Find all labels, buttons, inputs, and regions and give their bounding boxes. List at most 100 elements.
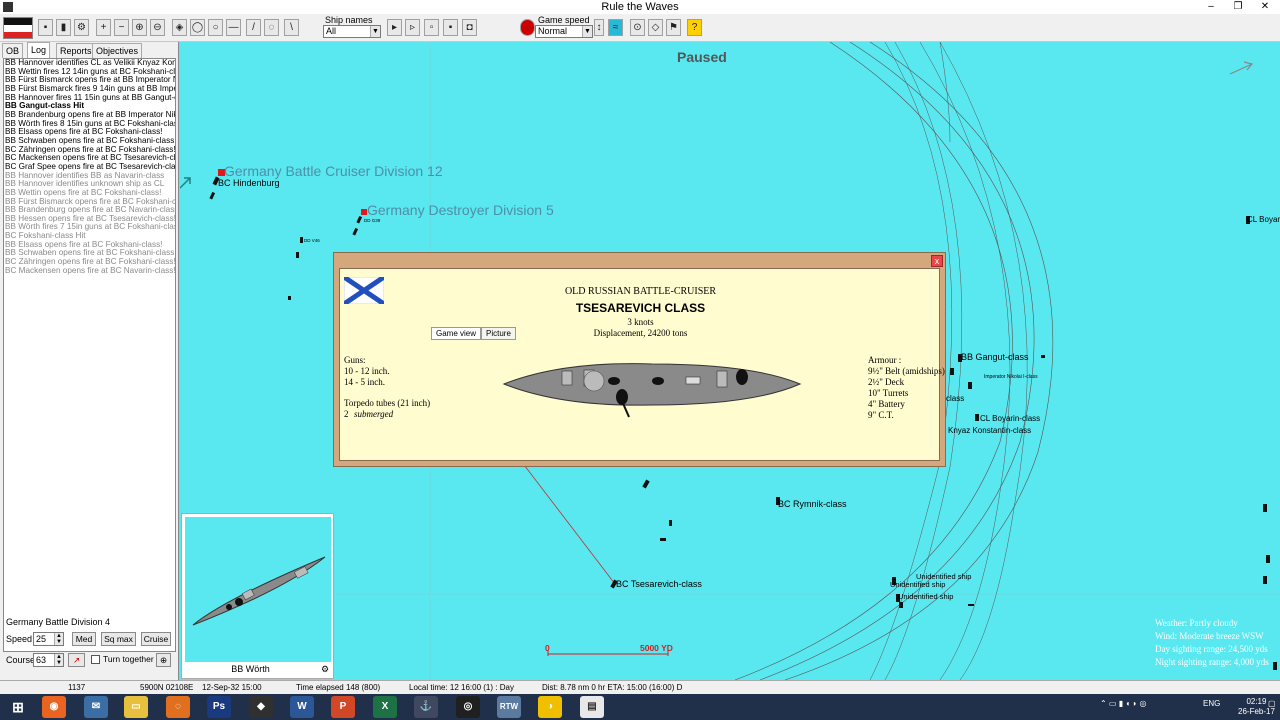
division-label-bc12[interactable]: Germany Battle Cruiser Division 12	[224, 163, 443, 179]
close-window-button[interactable]: ✕	[1253, 0, 1277, 14]
restore-button[interactable]: ❐	[1226, 0, 1250, 14]
torpedo-icon[interactable]: /	[246, 19, 261, 36]
game-icon[interactable]: ◆	[249, 696, 273, 718]
notepad-icon[interactable]: ▤	[580, 696, 604, 718]
tab-reports[interactable]: Reports	[56, 43, 96, 58]
speed-spinner-icon[interactable]: ↕	[594, 19, 604, 36]
cruise-button[interactable]: Cruise	[141, 632, 171, 646]
scale-start: 0	[545, 643, 550, 653]
warships-icon[interactable]: ⚓	[414, 696, 438, 718]
firefox-icon[interactable]: ◉	[42, 696, 66, 718]
log-entry: BB Wörth fires 8 15in guns at BC Fokshan…	[5, 119, 175, 128]
set-course-icon[interactable]: ↗	[68, 653, 85, 667]
center-ship-icon[interactable]: ◈	[172, 19, 187, 36]
save-icon[interactable]: ▪	[38, 19, 53, 36]
ship-label-hindenburg[interactable]: BC Hindenburg	[218, 178, 280, 188]
dialog-close-button[interactable]: x	[931, 255, 943, 267]
word-icon[interactable]: W	[290, 696, 314, 718]
ship-label-konstantin[interactable]: Knyaz Konstantin-class	[948, 426, 1031, 435]
ship-label-small-1[interactable]: DD V46	[304, 238, 320, 243]
selected-ship-icon	[192, 556, 326, 626]
windows-start-icon[interactable]: ⊞	[6, 696, 30, 718]
steam-icon[interactable]: ◎	[456, 696, 480, 718]
settings-icon[interactable]: ⚙	[319, 664, 331, 676]
line-icon[interactable]: —	[226, 19, 241, 36]
step-30min-icon[interactable]: ◘	[462, 19, 477, 36]
turn-together-checkbox[interactable]	[91, 655, 100, 664]
notifications-icon[interactable]: ▢	[1268, 699, 1280, 715]
help-button[interactable]: ?	[687, 19, 702, 36]
ship-label-unidentified-2[interactable]: Unidentified ship	[890, 580, 945, 589]
ship-label-tsesarevich[interactable]: BC Tsesarevich-class	[616, 579, 702, 589]
chevron-down-icon: ▼	[582, 26, 592, 37]
log-entry: BB Hannover fires 11 15in guns at BB Gan…	[5, 93, 175, 102]
file-explorer-icon[interactable]: ▭	[124, 696, 148, 718]
game-speed-select[interactable]: Normal ▼	[535, 25, 593, 38]
ship-label-class-fragment[interactable]: class	[946, 394, 964, 403]
circle-icon[interactable]: ○	[208, 19, 223, 36]
ship-label-small-2[interactable]: DD G39	[364, 218, 380, 223]
nation-flag-icon[interactable]	[3, 17, 33, 39]
rule-the-waves-icon[interactable]: RTW	[497, 696, 521, 718]
course-stepper[interactable]: 63 ▲ ▼	[33, 653, 64, 667]
mail-icon[interactable]: ✉	[84, 696, 108, 718]
course-label: Course	[6, 655, 36, 665]
document-icon[interactable]: ▮	[56, 19, 71, 36]
tab-ob[interactable]: OB	[2, 43, 24, 58]
ship-label-unidentified-3[interactable]: Unidentified ship	[898, 592, 953, 601]
tab-picture[interactable]: Picture	[481, 327, 516, 340]
range-circle-icon[interactable]: ◯	[190, 19, 205, 36]
division-label-dd5[interactable]: Germany Destroyer Division 5	[367, 202, 554, 218]
tab-game-view[interactable]: Game view	[431, 327, 482, 340]
excel-icon[interactable]: X	[373, 696, 397, 718]
ship-label-gangut[interactable]: BB Gangut-class	[961, 352, 1029, 362]
step-forward-icon[interactable]: ▸	[387, 19, 402, 36]
powerpoint-icon[interactable]: P	[331, 696, 355, 718]
sea-map-icon[interactable]: ≈	[608, 19, 623, 36]
log-entry: BB Fürst Bismarck opens fire at BC Foksh…	[5, 197, 175, 206]
window-title: Rule the Waves	[601, 1, 679, 13]
blender-icon[interactable]: ◌	[166, 696, 190, 718]
ship-top-view-icon	[502, 363, 802, 418]
speed-stepper[interactable]: 25 ▲ ▼	[33, 632, 64, 646]
language-indicator[interactable]: ENG	[1203, 699, 1220, 708]
med-speed-button[interactable]: Med	[72, 632, 96, 646]
taskbar	[0, 694, 1280, 720]
tab-log[interactable]: Log	[27, 42, 51, 59]
flag-icon[interactable]: ⚑	[666, 19, 681, 36]
log-entry: BC Mackensen opens fire at BC Navarin-cl…	[5, 266, 175, 275]
step-15min-icon[interactable]: ▪	[443, 19, 458, 36]
ship-label-rymnik[interactable]: BC Rymnik-class	[778, 499, 847, 509]
ship-label-cl-boyarin[interactable]: CL Boyari	[1247, 215, 1280, 224]
measure-icon[interactable]: \	[284, 19, 299, 36]
gunnery-icon[interactable]: ⊙	[630, 19, 645, 36]
zoom-fit-icon[interactable]: ⊕	[132, 19, 147, 36]
ship-label-boyarin[interactable]: CL Boyarin-class	[980, 414, 1040, 423]
headphones-icon[interactable]: ◑	[538, 696, 562, 718]
photoshop-icon[interactable]: Ps	[207, 696, 231, 718]
tab-objectives[interactable]: Objectives	[92, 43, 143, 58]
status-date: 12-Sep-32 15:00	[202, 683, 262, 692]
stepper-arrows-icon: ▲ ▼	[54, 633, 63, 645]
target-icon[interactable]: ⊕	[156, 653, 171, 667]
status-elapsed: Time elapsed 148 (800)	[296, 683, 381, 692]
zoom-ship-icon[interactable]: ⊖	[150, 19, 165, 36]
ship-names-select[interactable]: All ▼	[323, 25, 381, 38]
formation-icon[interactable]: ◇	[648, 19, 663, 36]
smoke-icon[interactable]: ◌	[264, 19, 279, 36]
sq-max-button[interactable]: Sq max	[101, 632, 136, 646]
zoom-in-icon[interactable]: +	[96, 19, 111, 36]
zoom-out-icon[interactable]: −	[114, 19, 129, 36]
log-entry: BB Wörth fires 7 15in guns at BC Fokshan…	[5, 223, 175, 232]
minimize-button[interactable]: –	[1199, 0, 1223, 14]
ship-settings-icon[interactable]: ⚙	[74, 19, 89, 36]
step-10min-icon[interactable]: ▫	[424, 19, 439, 36]
log-entry: BC Zähringen opens fire at BC Fokshani-c…	[5, 258, 175, 267]
division-controls: Germany Battle Division 4 Speed 25 ▲ ▼ Me…	[0, 612, 179, 680]
record-icon[interactable]	[520, 19, 535, 36]
log-list[interactable]: BB Hannover identifies CL as Velikii Kny…	[3, 58, 176, 652]
tray-icons[interactable]: ⌃ ▭ ▮ ◖ ◗ ◎	[1100, 699, 1146, 708]
ship-label-imperator[interactable]: Imperator Nikolai I-class	[984, 374, 1038, 380]
status-bar: 1137 5900N 02108E 12-Sep-32 15:00 Time e…	[0, 680, 1280, 694]
step-5min-icon[interactable]: ▹	[405, 19, 420, 36]
